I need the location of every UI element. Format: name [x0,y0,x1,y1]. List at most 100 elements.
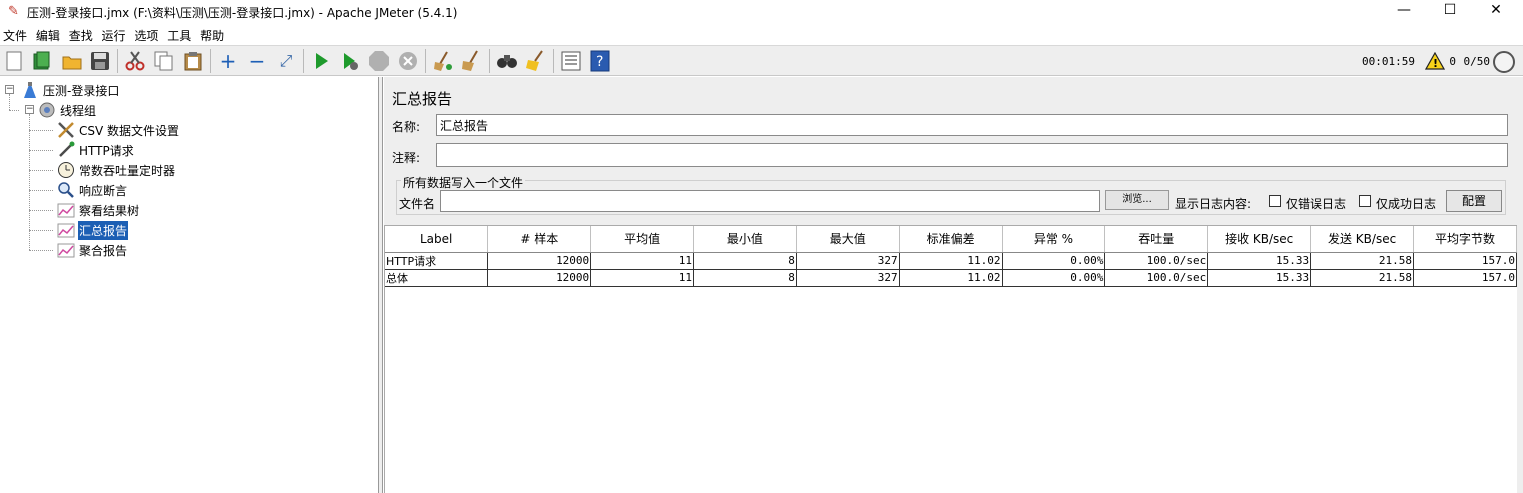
menu-search[interactable]: 查找 [66,24,95,44]
tree-item-thread-group[interactable]: 线程组 [38,100,97,120]
templates-icon[interactable] [31,50,53,72]
table-cell: 总体 [385,269,489,287]
name-label: 名称: [392,120,421,134]
magnifier-icon [57,181,75,199]
tree-item-label: 汇总报告 [78,220,129,240]
save-icon[interactable] [89,50,111,72]
expand-icon[interactable]: + [217,49,239,73]
column-header[interactable]: 吞吐量 [1104,226,1209,253]
column-header[interactable]: 异常 % [1002,226,1106,253]
column-header[interactable]: 发送 KB/sec [1310,226,1415,253]
test-plan-tree: − 压测-登录接口 − 线程组 CSV 数据文件设置 HTTP请求 常数吞吐量定… [0,77,379,493]
name-field[interactable]: 汇总报告 [436,114,1508,136]
svg-text:?: ? [596,54,603,70]
elapsed-timer: 00:01:59 [1362,55,1415,68]
table-row[interactable]: HTTP请求 12000 11 8 327 11.02 0.00% 100.0/… [385,252,1517,270]
table-cell: 157.0 [1413,252,1517,270]
summary-table: Label # 样本 平均值 最小值 最大值 标准偏差 异常 % 吞吐量 接收 … [385,226,1517,287]
tree-item-label: HTTP请求 [79,143,134,158]
start-no-pause-icon[interactable] [339,50,361,72]
summary-table-scroll[interactable]: Label # 样本 平均值 最小值 最大值 标准偏差 异常 % 吞吐量 接收 … [384,225,1517,493]
column-header[interactable]: 平均值 [590,226,695,253]
paste-icon[interactable] [182,50,204,72]
column-header[interactable]: 标准偏差 [899,226,1003,253]
success-only-checkbox[interactable] [1359,195,1371,207]
table-cell: 21.58 [1310,252,1415,270]
filename-field[interactable] [440,190,1100,212]
table-cell: 327 [796,252,900,270]
configure-button[interactable]: 配置 [1446,190,1502,212]
close-button[interactable]: ✕ [1473,0,1519,22]
clear-all-icon[interactable] [461,50,483,72]
toggle-icon[interactable]: ⤢ [275,50,297,72]
summary-report-panel: 汇总报告 名称: 汇总报告 注释: 所有数据写入一个文件 文件名 浏览... 显… [384,77,1523,493]
table-cell: HTTP请求 [385,252,489,270]
function-helper-icon[interactable] [560,50,582,72]
column-header[interactable]: 最大值 [796,226,900,253]
search-icon[interactable] [496,50,518,72]
table-cell: 327 [796,269,900,287]
maximize-button[interactable]: ☐ [1427,0,1473,22]
table-cell: 12000 [487,252,592,270]
browse-button[interactable]: 浏览... [1105,190,1169,210]
open-icon[interactable] [61,50,83,72]
stop-icon[interactable] [368,50,390,72]
menu-run[interactable]: 运行 [99,24,128,44]
table-header-row: Label # 样本 平均值 最小值 最大值 标准偏差 异常 % 吞吐量 接收 … [385,226,1517,253]
reset-search-icon[interactable] [525,50,547,72]
collapse-icon[interactable]: − [246,49,268,73]
table-cell: 100.0/sec [1104,252,1209,270]
column-header[interactable]: # 样本 [487,226,592,253]
table-cell: 8 [693,269,797,287]
remote-engines-icon[interactable] [1493,51,1515,73]
title-bar: ✎ 压测-登录接口.jmx (F:\资料\压测\压测-登录接口.jmx) - A… [0,0,1523,24]
help-icon[interactable]: ? [589,50,611,72]
menu-options[interactable]: 选项 [131,24,160,44]
column-header[interactable]: 平均字节数 [1413,226,1517,253]
table-cell: 0.00% [1002,269,1106,287]
tree-item-summary-report[interactable]: 汇总报告 [57,220,129,240]
column-header[interactable]: Label [385,226,489,253]
tree-item-throughput-timer[interactable]: 常数吞吐量定时器 [57,160,176,180]
table-cell: 11 [590,269,695,287]
window-title: 压测-登录接口.jmx (F:\资料\压测\压测-登录接口.jmx) - Apa… [27,6,458,20]
write-to-file-group-title: 所有数据写入一个文件 [401,174,526,191]
minimize-button[interactable]: — [1381,0,1427,22]
tree-item-aggregate-report[interactable]: 聚合报告 [57,240,128,260]
table-cell: 8 [693,252,797,270]
menu-tools[interactable]: 工具 [164,24,193,44]
menu-edit[interactable]: 编辑 [33,24,62,44]
comment-field[interactable] [436,143,1508,167]
tree-item-response-assertion[interactable]: 响应断言 [57,180,128,200]
table-cell: 12000 [487,269,592,287]
active-threads: 0/50 [1463,55,1491,68]
tree-item-csv-data-set[interactable]: CSV 数据文件设置 [57,120,180,140]
menu-help[interactable]: 帮助 [197,24,226,44]
column-header[interactable]: 接收 KB/sec [1207,226,1312,253]
cut-icon[interactable] [124,50,146,72]
svg-text:!: ! [1433,57,1438,70]
clear-icon[interactable] [432,50,454,72]
window-right-border [1517,77,1523,493]
comment-label: 注释: [392,151,421,165]
wrench-icon [57,121,75,139]
error-count: 0 [1449,55,1456,68]
menu-file[interactable]: 文件 [0,24,29,44]
copy-icon[interactable] [153,50,175,72]
table-cell: 157.0 [1413,269,1517,287]
warning-icon[interactable]: ! [1425,52,1445,70]
tree-item-root[interactable]: 压测-登录接口 [21,80,120,100]
tree-item-view-results-tree[interactable]: 察看结果树 [57,200,140,220]
expand-toggle[interactable]: − [25,105,34,114]
expand-toggle[interactable]: − [5,85,14,94]
column-header[interactable]: 最小值 [693,226,797,253]
new-icon[interactable] [3,50,25,72]
shutdown-icon[interactable] [397,50,419,72]
tree-item-http-request[interactable]: HTTP请求 [57,140,135,160]
split-pane-divider[interactable] [379,77,383,493]
table-cell: 11.02 [899,269,1003,287]
errors-only-checkbox[interactable] [1269,195,1281,207]
start-icon[interactable] [310,50,332,72]
tree-item-label: 常数吞吐量定时器 [79,163,176,178]
table-row[interactable]: 总体 12000 11 8 327 11.02 0.00% 100.0/sec … [385,269,1517,287]
